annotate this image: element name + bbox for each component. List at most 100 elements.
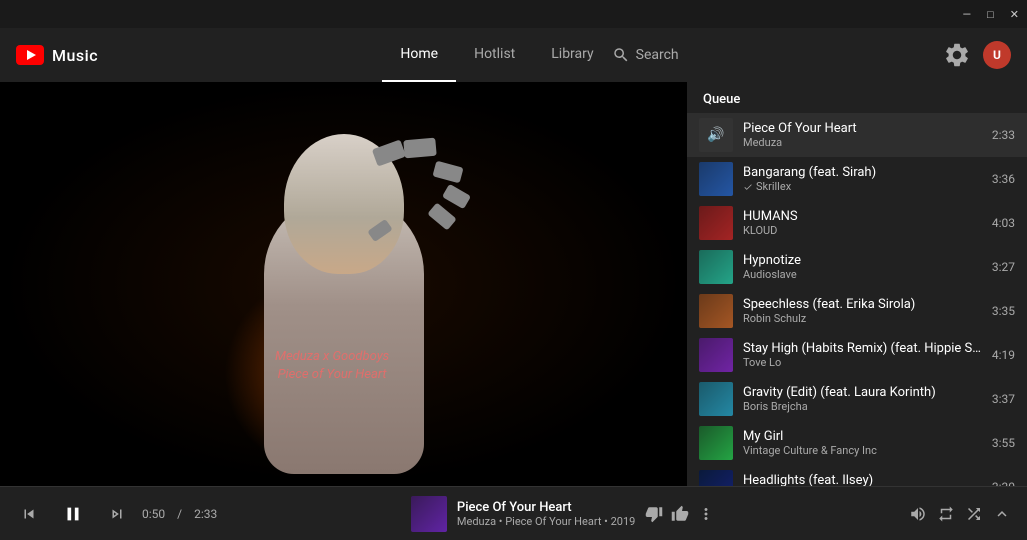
queue-duration: 3:55: [992, 436, 1015, 450]
prev-button[interactable]: [16, 501, 42, 527]
track-text: Piece Of Your Heart Meduza • Piece Of Yo…: [457, 500, 635, 528]
collapse-icon[interactable]: [993, 505, 1011, 523]
nav-library[interactable]: Library: [533, 28, 611, 82]
queue-artist: Tove Lo: [743, 356, 982, 369]
speaker-icon: 🔊: [707, 127, 724, 143]
close-button[interactable]: ✕: [1010, 8, 1019, 21]
queue-item[interactable]: My Girl Vintage Culture & Fancy Inc 3:55: [687, 421, 1027, 465]
queue-title: Headlights (feat. Ilsey): [743, 473, 982, 486]
right-controls: [909, 505, 1011, 523]
search-area[interactable]: Search: [612, 46, 679, 64]
camera-3: [441, 184, 470, 209]
queue-duration: 4:19: [992, 348, 1015, 362]
total-time: 2:33: [194, 507, 217, 521]
queue-title: Hypnotize: [743, 253, 982, 268]
nav-home[interactable]: Home: [382, 28, 456, 82]
search-label: Search: [636, 47, 679, 63]
verified-icon: [743, 182, 753, 192]
queue-item[interactable]: Hypnotize Audioslave 3:27: [687, 245, 1027, 289]
queue-panel: Queue 🔊 Piece Of Your Heart Meduza 2:33 …: [687, 82, 1027, 486]
queue-thumb: [699, 250, 733, 284]
queue-info: Piece Of Your Heart Meduza: [743, 121, 982, 149]
search-icon: [612, 46, 630, 64]
queue-thumb: [699, 426, 733, 460]
queue-title: Gravity (Edit) (feat. Laura Korinth): [743, 385, 982, 400]
queue-title: Bangarang (feat. Sirah): [743, 165, 982, 180]
camera-6: [367, 219, 392, 242]
camera-2: [432, 161, 463, 184]
queue-artist: Boris Brejcha: [743, 400, 982, 413]
queue-artist: Robin Schulz: [743, 312, 982, 325]
queue-list[interactable]: 🔊 Piece Of Your Heart Meduza 2:33 Bangar…: [687, 113, 1027, 486]
header: Music Home Hotlist Library Search U: [0, 28, 1027, 82]
queue-thumb: [699, 382, 733, 416]
title-bar: — □ ✕: [0, 0, 1027, 28]
queue-artist: Skrillex: [743, 180, 982, 193]
queue-item[interactable]: Gravity (Edit) (feat. Laura Korinth) Bor…: [687, 377, 1027, 421]
thumbs-down-icon[interactable]: [645, 505, 663, 523]
queue-duration: 2:33: [992, 128, 1015, 142]
now-playing-thumb: [411, 496, 447, 532]
logo[interactable]: Music: [16, 45, 98, 65]
queue-info: My Girl Vintage Culture & Fancy Inc: [743, 429, 982, 457]
time-separator: /: [177, 507, 182, 521]
queue-item[interactable]: HUMANS KLOUD 4:03: [687, 201, 1027, 245]
volume-icon[interactable]: [909, 505, 927, 523]
queue-title: Piece Of Your Heart: [743, 121, 982, 136]
youtube-music-logo-icon: [16, 45, 44, 65]
header-right: U: [943, 41, 1011, 69]
queue-thumb: [699, 162, 733, 196]
like-area: [645, 505, 715, 523]
thumbs-up-icon[interactable]: [671, 505, 689, 523]
queue-title: HUMANS: [743, 209, 982, 224]
queue-item[interactable]: 🔊 Piece Of Your Heart Meduza 2:33: [687, 113, 1027, 157]
queue-title: Speechless (feat. Erika Sirola): [743, 297, 982, 312]
track-subtitle: Meduza • Piece Of Your Heart • 2019: [457, 515, 635, 528]
repeat-icon[interactable]: [937, 505, 955, 523]
queue-duration: 3:35: [992, 304, 1015, 318]
current-time: 0:50: [142, 507, 165, 521]
queue-duration: 3:27: [992, 260, 1015, 274]
queue-item[interactable]: Stay High (Habits Remix) (feat. Hippie S…: [687, 333, 1027, 377]
camera-1: [371, 139, 405, 166]
main-nav: Home Hotlist Library Search: [138, 28, 923, 82]
queue-thumb: [699, 294, 733, 328]
more-options-icon[interactable]: [697, 505, 715, 523]
app: Music Home Hotlist Library Search U: [0, 28, 1027, 540]
queue-duration: 3:36: [992, 172, 1015, 186]
queue-thumb: [699, 470, 733, 486]
queue-info: Hypnotize Audioslave: [743, 253, 982, 281]
minimize-button[interactable]: —: [963, 8, 972, 21]
main-content: Meduza x GoodboysPiece of Your Heart Que…: [0, 82, 1027, 486]
queue-item[interactable]: Bangarang (feat. Sirah) Skrillex 3:36: [687, 157, 1027, 201]
play-pause-button[interactable]: [58, 499, 88, 529]
settings-icon[interactable]: [943, 41, 971, 69]
queue-info: Bangarang (feat. Sirah) Skrillex: [743, 165, 982, 193]
queue-info: Headlights (feat. Ilsey) Robin Schulz: [743, 473, 982, 486]
center-section: Piece Of Your Heart Meduza • Piece Of Yo…: [229, 496, 897, 532]
queue-title: My Girl: [743, 429, 982, 444]
queue-thumb: [699, 338, 733, 372]
avatar[interactable]: U: [983, 41, 1011, 69]
queue-info: HUMANS KLOUD: [743, 209, 982, 237]
camera-4: [403, 138, 436, 159]
queue-info: Stay High (Habits Remix) (feat. Hippie S…: [743, 341, 982, 369]
maximize-button[interactable]: □: [987, 8, 994, 21]
next-button[interactable]: [104, 501, 130, 527]
queue-artist: Audioslave: [743, 268, 982, 281]
album-art: Meduza x GoodboysPiece of Your Heart: [0, 82, 687, 486]
shuffle-icon[interactable]: [965, 505, 983, 523]
queue-item[interactable]: Speechless (feat. Erika Sirola) Robin Sc…: [687, 289, 1027, 333]
logo-text: Music: [52, 46, 98, 65]
queue-title: Stay High (Habits Remix) (feat. Hippie S…: [743, 341, 982, 356]
queue-thumb: 🔊: [699, 118, 733, 152]
player-bar: 0:50 / 2:33 Piece Of Your Heart Meduza •…: [0, 486, 1027, 540]
camera-5: [427, 202, 457, 230]
album-art-figure: Meduza x GoodboysPiece of Your Heart: [189, 94, 499, 474]
track-title: Piece Of Your Heart: [457, 500, 635, 515]
queue-item[interactable]: Headlights (feat. Ilsey) Robin Schulz 3:…: [687, 465, 1027, 486]
queue-artist: Vintage Culture & Fancy Inc: [743, 444, 982, 457]
queue-artist: Meduza: [743, 136, 982, 149]
player-area: Meduza x GoodboysPiece of Your Heart: [0, 82, 687, 486]
nav-hotlist[interactable]: Hotlist: [456, 28, 533, 82]
